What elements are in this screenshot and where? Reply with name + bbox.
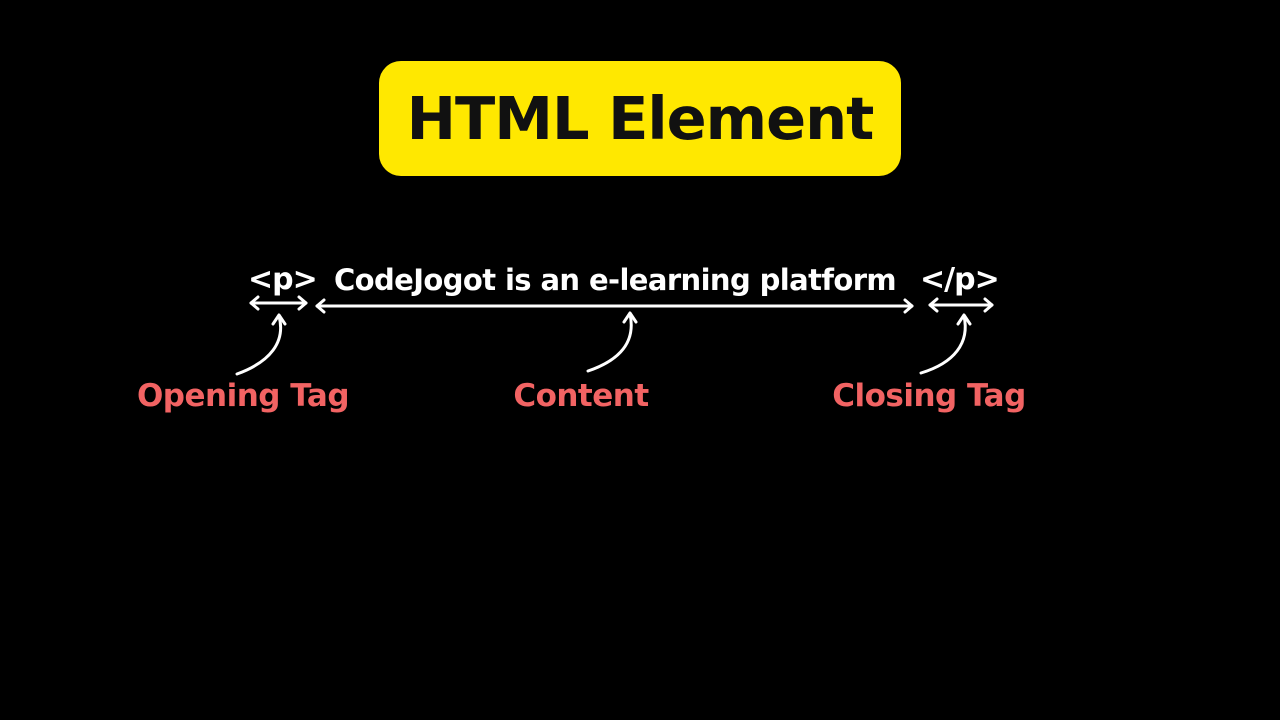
opening-tag-label: Opening Tag (136, 378, 350, 414)
closing-tag-code: </p> (920, 262, 1000, 297)
content-code: CodeJogot is an e-learning platform (333, 263, 897, 297)
content-pointer-arrow (586, 311, 638, 373)
code-example: <p> CodeJogot is an e-learning platform … (0, 257, 1280, 303)
title-badge: HTML Element (379, 61, 901, 176)
opening-tag-pointer-arrow (235, 313, 287, 376)
opening-tag-code: <p> (248, 262, 318, 297)
closing-tag-label: Closing Tag (832, 378, 1026, 414)
content-label: Content (513, 378, 649, 414)
closing-tag-pointer-arrow (919, 313, 972, 375)
page-title: HTML Element (406, 84, 875, 153)
